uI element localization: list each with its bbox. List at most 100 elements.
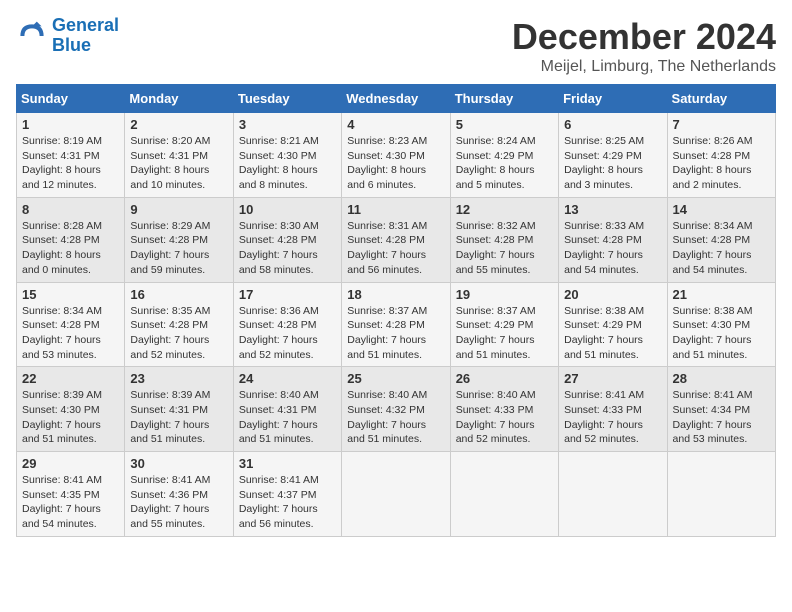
day-info: Sunrise: 8:21 AM Sunset: 4:30 PM Dayligh… bbox=[239, 134, 336, 193]
header-cell-sunday: Sunday bbox=[17, 85, 125, 113]
day-cell: 19 Sunrise: 8:37 AM Sunset: 4:29 PM Dayli… bbox=[450, 282, 558, 367]
header-cell-friday: Friday bbox=[559, 85, 667, 113]
location: Meijel, Limburg, The Netherlands bbox=[512, 58, 776, 76]
header-cell-wednesday: Wednesday bbox=[342, 85, 450, 113]
day-number: 23 bbox=[130, 371, 227, 386]
header-cell-thursday: Thursday bbox=[450, 85, 558, 113]
logo-line1: General bbox=[52, 15, 119, 35]
day-number: 26 bbox=[456, 371, 553, 386]
day-cell: 11 Sunrise: 8:31 AM Sunset: 4:28 PM Dayli… bbox=[342, 197, 450, 282]
day-cell: 30 Sunrise: 8:41 AM Sunset: 4:36 PM Dayli… bbox=[125, 452, 233, 537]
day-cell bbox=[559, 452, 667, 537]
day-cell bbox=[667, 452, 775, 537]
day-number: 21 bbox=[673, 287, 770, 302]
day-info: Sunrise: 8:36 AM Sunset: 4:28 PM Dayligh… bbox=[239, 304, 336, 363]
day-info: Sunrise: 8:41 AM Sunset: 4:35 PM Dayligh… bbox=[22, 473, 119, 532]
day-info: Sunrise: 8:24 AM Sunset: 4:29 PM Dayligh… bbox=[456, 134, 553, 193]
day-info: Sunrise: 8:31 AM Sunset: 4:28 PM Dayligh… bbox=[347, 219, 444, 278]
day-info: Sunrise: 8:20 AM Sunset: 4:31 PM Dayligh… bbox=[130, 134, 227, 193]
day-cell: 14Sunrise: 8:34 AM Sunset: 4:28 PM Dayli… bbox=[667, 197, 775, 282]
day-cell: 26 Sunrise: 8:40 AM Sunset: 4:33 PM Dayli… bbox=[450, 367, 558, 452]
day-cell: 13Sunrise: 8:33 AM Sunset: 4:28 PM Dayli… bbox=[559, 197, 667, 282]
day-info: Sunrise: 8:35 AM Sunset: 4:28 PM Dayligh… bbox=[130, 304, 227, 363]
header-row: SundayMondayTuesdayWednesdayThursdayFrid… bbox=[17, 85, 776, 113]
day-cell: 22 Sunrise: 8:39 AM Sunset: 4:30 PM Dayli… bbox=[17, 367, 125, 452]
day-number: 16 bbox=[130, 287, 227, 302]
day-number: 12 bbox=[456, 202, 553, 217]
day-cell: 1 Sunrise: 8:19 AM Sunset: 4:31 PM Daylig… bbox=[17, 113, 125, 198]
day-cell: 9Sunrise: 8:29 AM Sunset: 4:28 PM Daylig… bbox=[125, 197, 233, 282]
day-info: Sunrise: 8:37 AM Sunset: 4:29 PM Dayligh… bbox=[456, 304, 553, 363]
day-cell: 25 Sunrise: 8:40 AM Sunset: 4:32 PM Dayli… bbox=[342, 367, 450, 452]
day-cell: 5Sunrise: 8:24 AM Sunset: 4:29 PM Daylig… bbox=[450, 113, 558, 198]
day-number: 29 bbox=[22, 456, 119, 471]
day-cell: 23 Sunrise: 8:39 AM Sunset: 4:31 PM Dayli… bbox=[125, 367, 233, 452]
day-info: Sunrise: 8:41 AM Sunset: 4:34 PM Dayligh… bbox=[673, 388, 770, 447]
day-info: Sunrise: 8:26 AM Sunset: 4:28 PM Dayligh… bbox=[673, 134, 770, 193]
day-info: Sunrise: 8:23 AM Sunset: 4:30 PM Dayligh… bbox=[347, 134, 444, 193]
day-cell: 18Sunrise: 8:37 AM Sunset: 4:28 PM Dayli… bbox=[342, 282, 450, 367]
day-cell: 28 Sunrise: 8:41 AM Sunset: 4:34 PM Dayli… bbox=[667, 367, 775, 452]
calendar-header: SundayMondayTuesdayWednesdayThursdayFrid… bbox=[17, 85, 776, 113]
day-info: Sunrise: 8:40 AM Sunset: 4:33 PM Dayligh… bbox=[456, 388, 553, 447]
day-cell: 27Sunrise: 8:41 AM Sunset: 4:33 PM Dayli… bbox=[559, 367, 667, 452]
logo-icon bbox=[16, 20, 48, 52]
day-cell: 21 Sunrise: 8:38 AM Sunset: 4:30 PM Dayli… bbox=[667, 282, 775, 367]
day-number: 17 bbox=[239, 287, 336, 302]
title-block: December 2024 Meijel, Limburg, The Nethe… bbox=[512, 16, 776, 76]
day-info: Sunrise: 8:39 AM Sunset: 4:30 PM Dayligh… bbox=[22, 388, 119, 447]
day-cell bbox=[342, 452, 450, 537]
week-row-4: 22 Sunrise: 8:39 AM Sunset: 4:30 PM Dayli… bbox=[17, 367, 776, 452]
day-info: Sunrise: 8:19 AM Sunset: 4:31 PM Dayligh… bbox=[22, 134, 119, 193]
day-cell: 24Sunrise: 8:40 AM Sunset: 4:31 PM Dayli… bbox=[233, 367, 341, 452]
day-info: Sunrise: 8:41 AM Sunset: 4:36 PM Dayligh… bbox=[130, 473, 227, 532]
day-cell: 12 Sunrise: 8:32 AM Sunset: 4:28 PM Dayli… bbox=[450, 197, 558, 282]
day-number: 13 bbox=[564, 202, 661, 217]
day-info: Sunrise: 8:25 AM Sunset: 4:29 PM Dayligh… bbox=[564, 134, 661, 193]
header-cell-monday: Monday bbox=[125, 85, 233, 113]
day-number: 6 bbox=[564, 117, 661, 132]
day-cell: 29 Sunrise: 8:41 AM Sunset: 4:35 PM Dayli… bbox=[17, 452, 125, 537]
day-cell: 3 Sunrise: 8:21 AM Sunset: 4:30 PM Daylig… bbox=[233, 113, 341, 198]
month-title: December 2024 bbox=[512, 16, 776, 58]
day-cell: 17 Sunrise: 8:36 AM Sunset: 4:28 PM Dayli… bbox=[233, 282, 341, 367]
day-info: Sunrise: 8:30 AM Sunset: 4:28 PM Dayligh… bbox=[239, 219, 336, 278]
day-number: 30 bbox=[130, 456, 227, 471]
week-row-5: 29 Sunrise: 8:41 AM Sunset: 4:35 PM Dayli… bbox=[17, 452, 776, 537]
day-number: 14 bbox=[673, 202, 770, 217]
day-cell: 31 Sunrise: 8:41 AM Sunset: 4:37 PM Dayli… bbox=[233, 452, 341, 537]
day-info: Sunrise: 8:40 AM Sunset: 4:32 PM Dayligh… bbox=[347, 388, 444, 447]
day-cell bbox=[450, 452, 558, 537]
calendar-body: 1 Sunrise: 8:19 AM Sunset: 4:31 PM Daylig… bbox=[17, 113, 776, 537]
day-cell: 15Sunrise: 8:34 AM Sunset: 4:28 PM Dayli… bbox=[17, 282, 125, 367]
day-number: 18 bbox=[347, 287, 444, 302]
day-info: Sunrise: 8:29 AM Sunset: 4:28 PM Dayligh… bbox=[130, 219, 227, 278]
logo-text: General Blue bbox=[52, 16, 119, 56]
page-header: General Blue December 2024 Meijel, Limbu… bbox=[16, 16, 776, 76]
day-number: 3 bbox=[239, 117, 336, 132]
day-info: Sunrise: 8:32 AM Sunset: 4:28 PM Dayligh… bbox=[456, 219, 553, 278]
header-cell-tuesday: Tuesday bbox=[233, 85, 341, 113]
day-number: 20 bbox=[564, 287, 661, 302]
day-info: Sunrise: 8:39 AM Sunset: 4:31 PM Dayligh… bbox=[130, 388, 227, 447]
day-number: 10 bbox=[239, 202, 336, 217]
week-row-3: 15Sunrise: 8:34 AM Sunset: 4:28 PM Dayli… bbox=[17, 282, 776, 367]
day-info: Sunrise: 8:38 AM Sunset: 4:30 PM Dayligh… bbox=[673, 304, 770, 363]
day-number: 2 bbox=[130, 117, 227, 132]
day-info: Sunrise: 8:28 AM Sunset: 4:28 PM Dayligh… bbox=[22, 219, 119, 278]
day-number: 25 bbox=[347, 371, 444, 386]
day-number: 1 bbox=[22, 117, 119, 132]
day-cell: 7Sunrise: 8:26 AM Sunset: 4:28 PM Daylig… bbox=[667, 113, 775, 198]
logo-line2: Blue bbox=[52, 35, 91, 55]
day-number: 11 bbox=[347, 202, 444, 217]
day-number: 28 bbox=[673, 371, 770, 386]
day-cell: 4Sunrise: 8:23 AM Sunset: 4:30 PM Daylig… bbox=[342, 113, 450, 198]
day-number: 19 bbox=[456, 287, 553, 302]
day-number: 22 bbox=[22, 371, 119, 386]
day-number: 8 bbox=[22, 202, 119, 217]
day-info: Sunrise: 8:40 AM Sunset: 4:31 PM Dayligh… bbox=[239, 388, 336, 447]
day-number: 31 bbox=[239, 456, 336, 471]
day-info: Sunrise: 8:41 AM Sunset: 4:37 PM Dayligh… bbox=[239, 473, 336, 532]
logo: General Blue bbox=[16, 16, 119, 56]
day-cell: 2 Sunrise: 8:20 AM Sunset: 4:31 PM Daylig… bbox=[125, 113, 233, 198]
